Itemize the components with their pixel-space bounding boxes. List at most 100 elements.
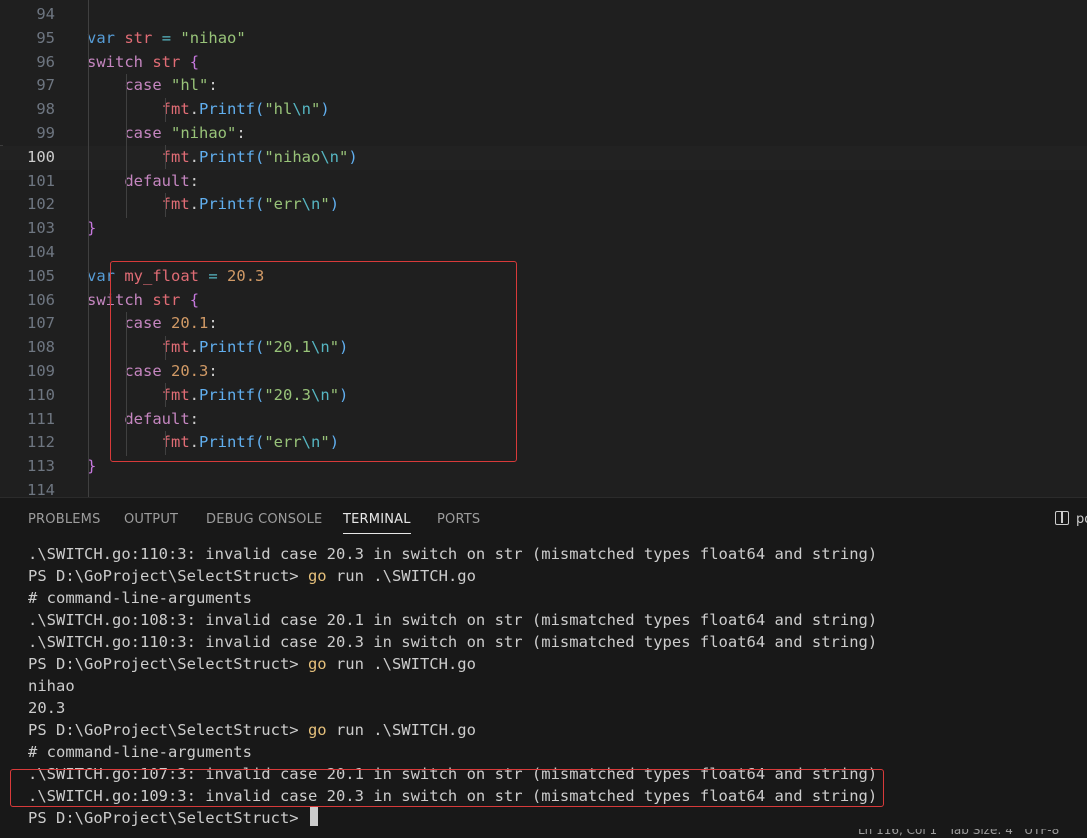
code-token: .: [189, 100, 199, 119]
code-line[interactable]: 102 fmt.Printf("err\n"): [0, 193, 1087, 217]
code-token: \n: [301, 195, 321, 214]
terminal-highlight-box: [10, 769, 884, 807]
line-number: 111: [27, 409, 55, 428]
line-number: 103: [27, 219, 55, 238]
terminal-text: PS D:\GoProject\SelectStruct>: [28, 655, 308, 673]
terminal-text: PS D:\GoProject\SelectStruct>: [28, 567, 308, 585]
code-line[interactable]: 95 var str = "nihao": [0, 27, 1087, 51]
status-text: Ln 116, Col 1 Tab Size: 4 UTF-8: [858, 829, 1060, 837]
split-terminal-icon[interactable]: [1055, 511, 1069, 525]
panel-tabs: PROBLEMS OUTPUT DEBUG CONSOLE TERMINAL P…: [0, 498, 1087, 540]
code-token: var: [87, 28, 115, 47]
line-number: 98: [36, 100, 55, 119]
line-number: 100: [27, 147, 55, 166]
code-line[interactable]: 114: [0, 479, 1087, 497]
code-token: :: [208, 76, 218, 95]
tab-problems[interactable]: PROBLEMS: [28, 512, 101, 527]
code-text: fmt.Printf("hl\n"): [87, 98, 330, 122]
terminal-line: nihao: [28, 675, 75, 697]
code-text: case "nihao":: [87, 122, 246, 146]
code-token: ): [320, 100, 330, 119]
code-token: default: [124, 171, 190, 190]
line-number: 101: [27, 171, 55, 190]
terminal-line: PS D:\GoProject\SelectStruct> go run .\S…: [28, 653, 476, 675]
terminal-line: PS D:\GoProject\SelectStruct>: [28, 807, 318, 829]
code-text: default:: [87, 170, 199, 194]
terminal-text: run .\SWITCH.go: [326, 655, 476, 673]
terminal-text: .\SWITCH.go:108:3: invalid case 20.1 in …: [28, 611, 878, 629]
line-number: 112: [27, 433, 55, 452]
code-line[interactable]: 98 fmt.Printf("hl\n"): [0, 98, 1087, 122]
terminal-text: PS D:\GoProject\SelectStruct>: [28, 721, 308, 739]
code-token: ": [339, 147, 349, 166]
code-token: "nihao": [180, 28, 246, 47]
code-token: :: [236, 124, 246, 142]
tab-debug-console[interactable]: DEBUG CONSOLE: [206, 512, 322, 527]
code-text: fmt.Printf("err\n"): [87, 193, 339, 217]
terminal-text: .\SWITCH.go:110:3: invalid case 20.3 in …: [28, 633, 878, 651]
code-line[interactable]: 96 switch str {: [0, 51, 1087, 75]
code-token: (: [255, 147, 265, 166]
code-line[interactable]: 94: [0, 3, 1087, 27]
terminal-line: PS D:\GoProject\SelectStruct> go run .\S…: [28, 565, 476, 587]
terminal-line: 20.3: [28, 697, 65, 719]
bottom-panel: PROBLEMS OUTPUT DEBUG CONSOLE TERMINAL P…: [0, 497, 1087, 838]
line-number: 95: [36, 28, 55, 47]
tab-ports[interactable]: PORTS: [437, 512, 480, 527]
line-number: 106: [27, 290, 55, 309]
code-token: Printf: [199, 147, 255, 166]
code-token: "nihao: [264, 147, 321, 166]
indent-guide: [126, 74, 127, 218]
code-line[interactable]: 101 default:: [0, 170, 1087, 194]
terminal-text: run .\SWITCH.go: [326, 567, 476, 585]
line-number: 110: [27, 385, 55, 404]
indent-guide: [165, 193, 166, 217]
line-number: 105: [27, 266, 55, 285]
code-token: (: [255, 195, 265, 214]
code-text: case "hl":: [87, 74, 218, 98]
code-token: "nihao": [171, 124, 237, 142]
terminal-command: go: [307, 721, 327, 739]
code-editor[interactable]: 94 95 var str = "nihao" 96 switch str {97 ca…: [0, 0, 1087, 497]
code-token: (: [255, 100, 265, 119]
code-token: str: [152, 52, 181, 71]
terminal-command: go: [307, 655, 327, 673]
line-number: 96: [36, 52, 55, 71]
code-token: ": [311, 100, 321, 119]
code-token: "err: [264, 195, 302, 214]
code-text: var str = "nihao": [87, 27, 246, 51]
code-token: "hl: [264, 100, 293, 119]
code-token: ): [329, 195, 340, 214]
terminal-line: PS D:\GoProject\SelectStruct> go run .\S…: [28, 719, 476, 741]
line-number: 108: [27, 338, 55, 357]
line-number: 99: [36, 124, 55, 142]
code-line[interactable]: 103}: [0, 217, 1087, 241]
terminal-line: .\SWITCH.go:110:3: invalid case 20.3 in …: [28, 543, 877, 565]
tab-output[interactable]: OUTPUT: [124, 512, 178, 527]
code-text: switch str {: [87, 51, 199, 75]
code-token: case: [124, 124, 162, 142]
code-line[interactable]: 97 case "hl":: [0, 74, 1087, 98]
terminal-text: 20.3: [28, 699, 66, 717]
line-number: 113: [27, 457, 55, 476]
code-line[interactable]: 99 case "nihao":: [0, 122, 1087, 146]
code-token: :: [189, 171, 199, 190]
terminal-line: # command-line-arguments: [28, 587, 252, 609]
line-number: 107: [27, 314, 55, 333]
terminal-text: # command-line-arguments: [28, 589, 252, 607]
code-token: .: [189, 147, 199, 166]
terminal-text: .\SWITCH.go:110:3: invalid case 20.3 in …: [28, 545, 878, 563]
code-token: case: [124, 76, 162, 95]
code-line[interactable]: 100 fmt.Printf("nihao\n"): [0, 145, 1087, 170]
terminal-text: run .\SWITCH.go: [326, 721, 476, 739]
line-number: 114: [27, 481, 55, 497]
tab-terminal[interactable]: TERMINAL: [343, 512, 411, 534]
code-token: \n: [292, 100, 312, 119]
code-token: Printf: [199, 195, 255, 214]
indent-guide: [88, 0, 89, 497]
terminal-instance-label[interactable]: po: [1076, 512, 1087, 527]
